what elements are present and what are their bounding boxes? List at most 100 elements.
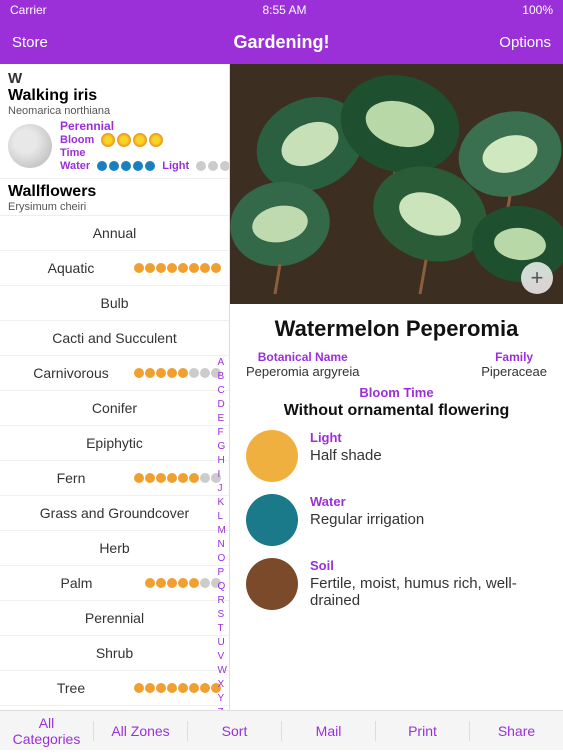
category-item-conifer[interactable]: Conifer	[0, 391, 229, 426]
tab-bar: All Categories All Zones Sort Mail Print…	[0, 710, 563, 750]
dot	[178, 263, 188, 273]
alpha-G[interactable]: G	[218, 440, 227, 453]
bloom-time-value: Without ornamental flowering	[246, 402, 547, 420]
light-detail: Light Half shade	[246, 430, 547, 482]
alpha-U[interactable]: U	[218, 636, 227, 649]
right-panel: + Watermelon Peperomia Botanical Name Pe…	[230, 64, 563, 710]
category-item-fern[interactable]: Fern	[0, 461, 229, 496]
alpha-O[interactable]: O	[218, 552, 227, 565]
alpha-J[interactable]: J	[218, 482, 227, 495]
water-circle	[246, 494, 298, 546]
tab-sort[interactable]: Sort	[188, 715, 281, 747]
tree-indicators	[134, 683, 221, 693]
bloom-label: Bloom	[60, 134, 94, 146]
dot	[189, 368, 199, 378]
alpha-R[interactable]: R	[218, 594, 227, 607]
tab-all-zones[interactable]: All Zones	[94, 715, 187, 747]
category-item-palm[interactable]: Palm	[0, 566, 229, 601]
dot	[167, 473, 177, 483]
light-circle	[246, 430, 298, 482]
alpha-S[interactable]: S	[218, 608, 227, 621]
category-item-cacti[interactable]: Cacti and Succulent	[0, 321, 229, 356]
plant-type-label: Perennial	[60, 119, 230, 133]
alpha-X[interactable]: X	[218, 678, 227, 691]
category-item-herb[interactable]: Herb	[0, 531, 229, 566]
plant-title: Watermelon Peperomia	[246, 316, 547, 342]
category-item-aquatic[interactable]: Aquatic	[0, 251, 229, 286]
alpha-Q[interactable]: Q	[218, 580, 227, 593]
dot	[156, 683, 166, 693]
category-item-grass[interactable]: Grass and Groundcover	[0, 496, 229, 531]
featured-plant-card[interactable]: W Walking iris Neomarica northiana Peren…	[0, 64, 229, 179]
alpha-L[interactable]: L	[218, 510, 227, 523]
alpha-F[interactable]: F	[218, 426, 227, 439]
tab-share[interactable]: Share	[470, 715, 563, 747]
tab-print[interactable]: Print	[376, 715, 469, 747]
dot	[189, 578, 199, 588]
alpha-E[interactable]: E	[218, 412, 227, 425]
category-item-tree[interactable]: Tree	[0, 671, 229, 706]
alpha-Y[interactable]: Y	[218, 692, 227, 705]
dot	[156, 578, 166, 588]
alpha-V[interactable]: V	[218, 650, 227, 663]
options-button[interactable]: Options	[491, 34, 551, 51]
alpha-Z[interactable]: Z	[218, 706, 227, 710]
category-item-shrub[interactable]: Shrub	[0, 636, 229, 671]
water-value: Regular irrigation	[310, 511, 547, 528]
app-title: Gardening!	[72, 32, 491, 53]
alpha-B[interactable]: B	[218, 370, 227, 383]
light-type: Light	[310, 430, 547, 445]
dot	[167, 578, 177, 588]
botanical-value: Peperomia argyreia	[246, 364, 359, 379]
botanical-col: Botanical Name Peperomia argyreia	[246, 350, 359, 379]
alpha-H[interactable]: H	[218, 454, 227, 467]
alpha-P[interactable]: P	[218, 566, 227, 579]
dot	[178, 683, 188, 693]
alpha-N[interactable]: N	[218, 538, 227, 551]
category-item-vegetable[interactable]: Vegetable, Fruit	[0, 706, 229, 710]
soil-value: Fertile, moist, humus rich, well-drained	[310, 575, 547, 609]
dot	[145, 578, 155, 588]
store-button[interactable]: Store	[12, 34, 72, 51]
palm-indicators	[145, 578, 221, 588]
alpha-A[interactable]: A	[218, 356, 227, 369]
family-label: Family	[481, 350, 547, 364]
dot	[134, 473, 144, 483]
alpha-D[interactable]: D	[218, 398, 227, 411]
add-plant-button[interactable]: +	[521, 262, 553, 294]
tab-mail[interactable]: Mail	[282, 715, 375, 747]
tab-all-categories[interactable]: All Categories	[0, 707, 93, 755]
dot	[178, 473, 188, 483]
category-item-perennial[interactable]: Perennial	[0, 601, 229, 636]
featured-letter: W	[8, 70, 221, 87]
water-label: Water	[60, 160, 90, 172]
light-value: Half shade	[310, 447, 547, 464]
dot	[156, 368, 166, 378]
alpha-C[interactable]: C	[218, 384, 227, 397]
water-dot-3	[121, 161, 131, 171]
dot	[156, 473, 166, 483]
category-item-bulb[interactable]: Bulb	[0, 286, 229, 321]
dot	[134, 368, 144, 378]
wallflowers-sci: Erysimum cheiri	[8, 201, 221, 213]
alpha-K[interactable]: K	[218, 496, 227, 509]
category-item-annual[interactable]: Annual	[0, 216, 229, 251]
featured-sci-name: Neomarica northiana	[8, 105, 221, 117]
category-item-carnivorous[interactable]: Carnivorous	[0, 356, 229, 391]
alpha-I[interactable]: I	[218, 468, 227, 481]
alpha-M[interactable]: M	[218, 524, 227, 537]
wallflowers-section[interactable]: Wallflowers Erysimum cheiri	[0, 179, 229, 216]
alpha-T[interactable]: T	[218, 622, 227, 635]
light-dot-3	[220, 161, 230, 171]
category-item-epiphytic[interactable]: Epiphytic	[0, 426, 229, 461]
battery-label: 100%	[522, 3, 553, 17]
water-dot-5	[145, 161, 155, 171]
alpha-W[interactable]: W	[218, 664, 227, 677]
family-col: Family Piperaceae	[481, 350, 547, 379]
soil-detail: Soil Fertile, moist, humus rich, well-dr…	[246, 558, 547, 610]
water-content: Water Regular irrigation	[310, 494, 547, 528]
dot	[167, 263, 177, 273]
plant-info: Watermelon Peperomia Botanical Name Pepe…	[230, 304, 563, 634]
dot	[178, 578, 188, 588]
aquatic-indicators	[134, 263, 221, 273]
